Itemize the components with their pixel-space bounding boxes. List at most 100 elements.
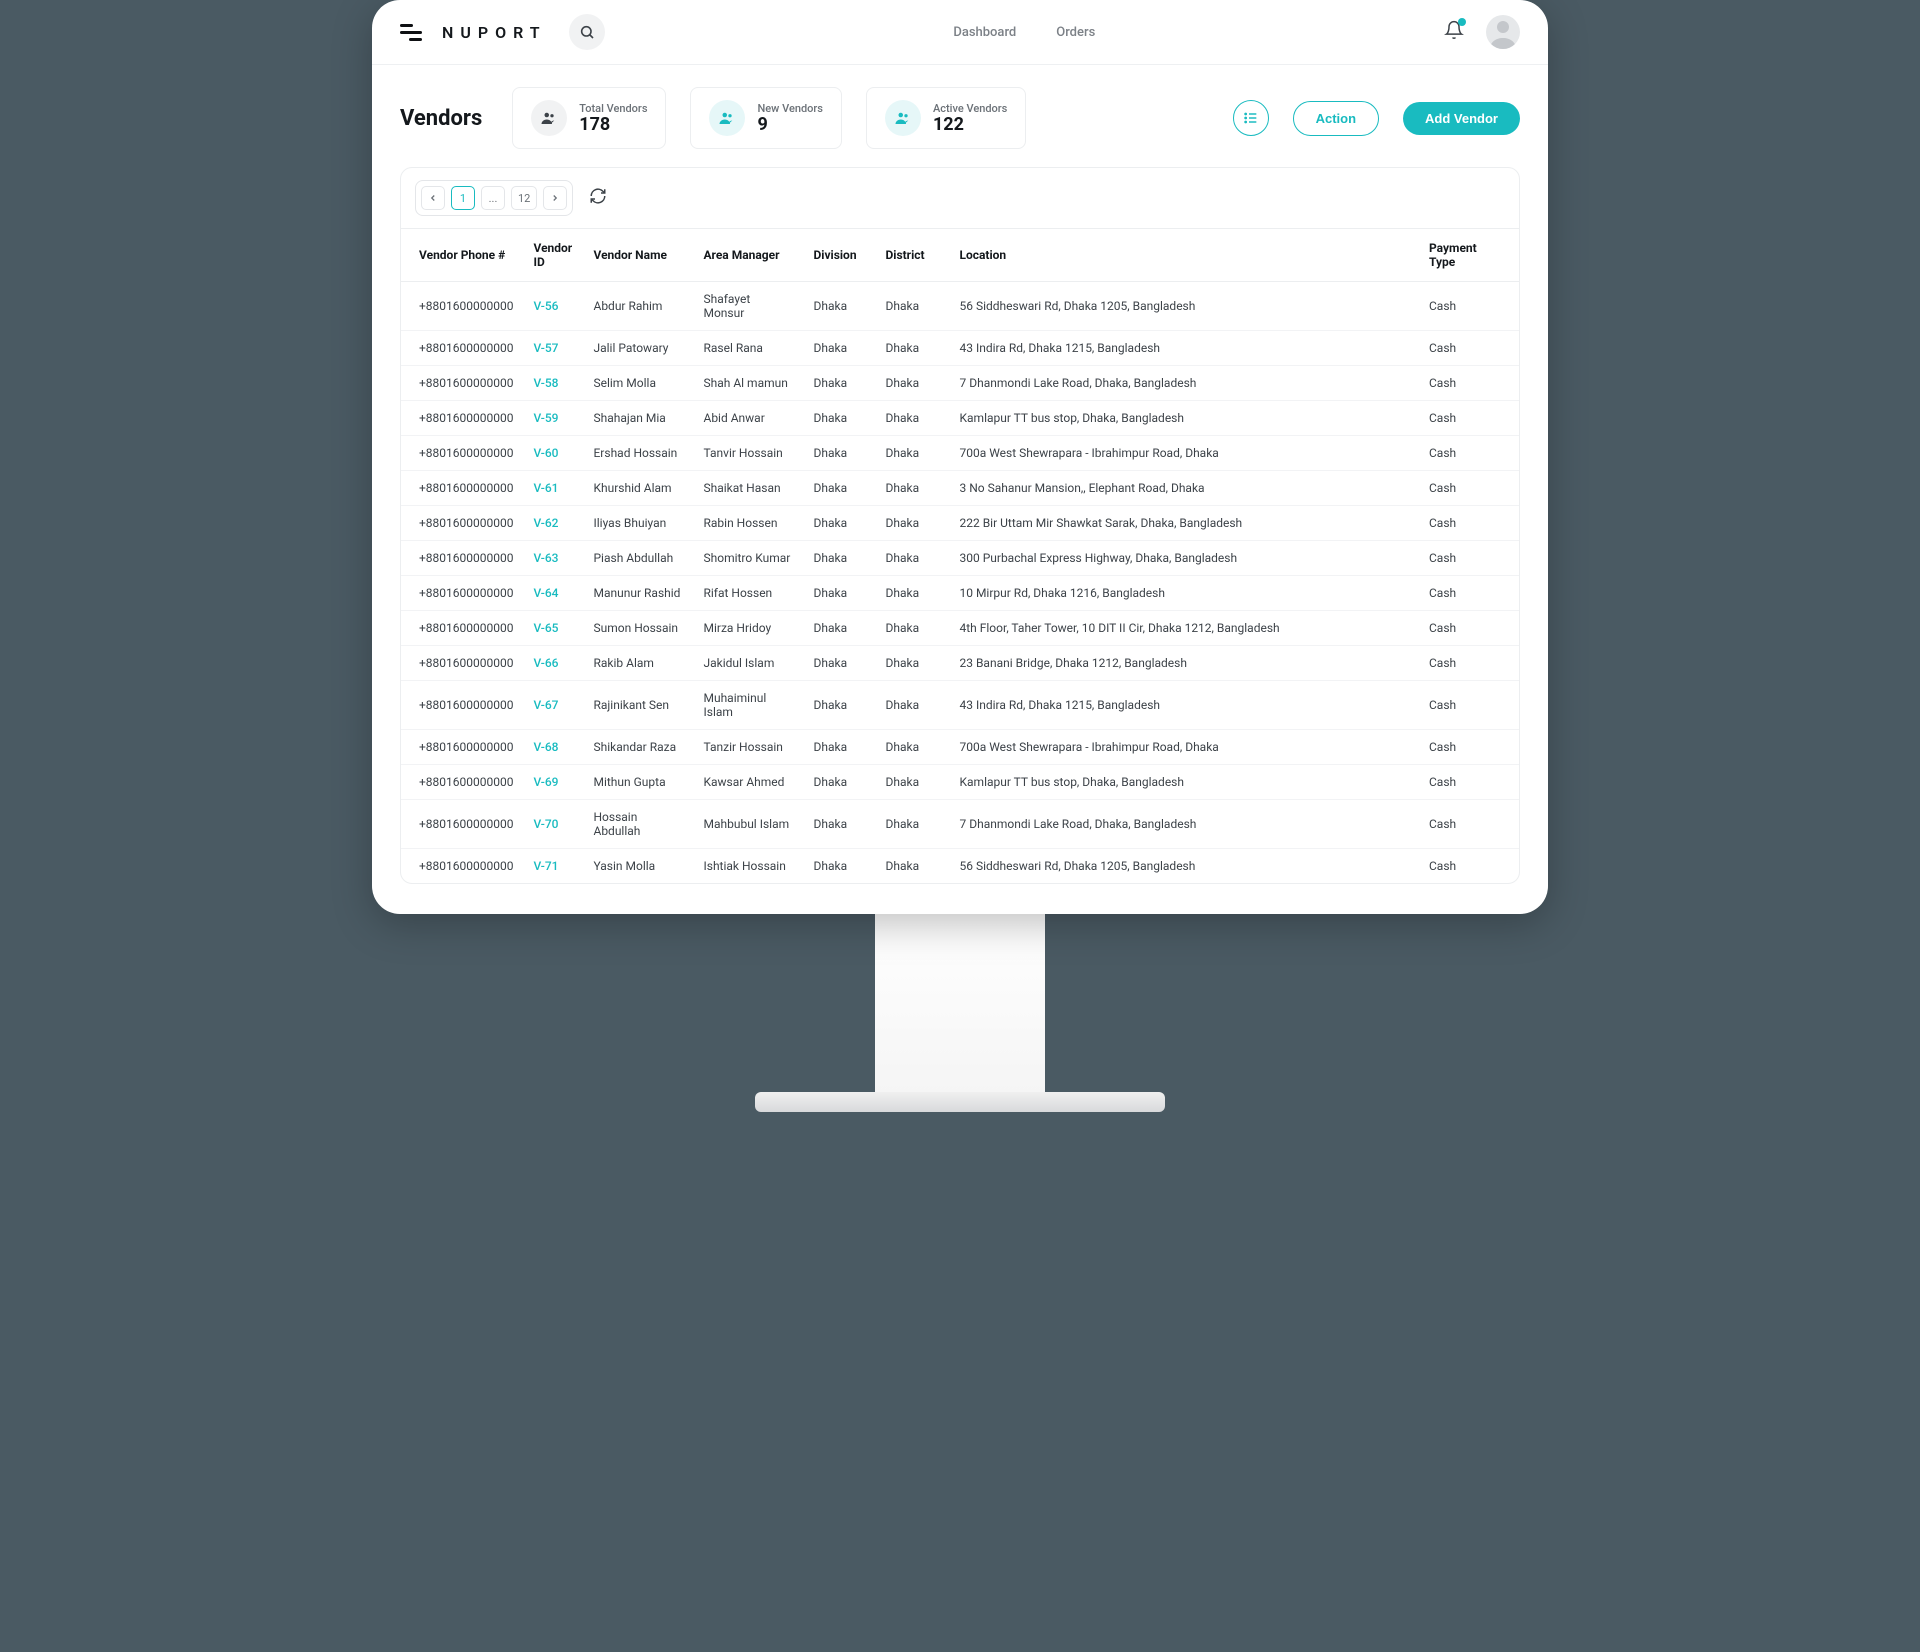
- stat-label: New Vendors: [757, 102, 822, 115]
- table-row[interactable]: +8801600000000V-62Iliyas BhuiyanRabin Ho…: [401, 506, 1519, 541]
- table-row[interactable]: +8801600000000V-64Manunur RashidRifat Ho…: [401, 576, 1519, 611]
- cell-district: Dhaka: [875, 331, 949, 366]
- th-name[interactable]: Vendor Name: [583, 229, 693, 282]
- notifications-button[interactable]: [1444, 20, 1464, 44]
- th-mgr[interactable]: Area Manager: [693, 229, 803, 282]
- cell-district: Dhaka: [875, 576, 949, 611]
- cell-name: Shahajan Mia: [583, 401, 693, 436]
- cell-vendor-id[interactable]: V-65: [523, 611, 583, 646]
- page-last-button[interactable]: 12: [511, 186, 537, 210]
- cell-division: Dhaka: [803, 541, 875, 576]
- cell-vendor-id[interactable]: V-61: [523, 471, 583, 506]
- nav-dashboard[interactable]: Dashboard: [953, 25, 1016, 40]
- stat-value: 178: [579, 115, 647, 135]
- cell-phone: +8801600000000: [401, 765, 523, 800]
- th-loc[interactable]: Location: [949, 229, 1419, 282]
- page-ellipsis: ...: [481, 186, 505, 210]
- cell-phone: +8801600000000: [401, 401, 523, 436]
- cell-name: Abdur Rahim: [583, 282, 693, 331]
- refresh-button[interactable]: [585, 183, 611, 213]
- cell-manager: Tanzir Hossain: [693, 730, 803, 765]
- cell-division: Dhaka: [803, 849, 875, 884]
- cell-location: Kamlapur TT bus stop, Dhaka, Bangladesh: [949, 401, 1419, 436]
- table-row[interactable]: +8801600000000V-66Rakib AlamJakidul Isla…: [401, 646, 1519, 681]
- cell-manager: Shaikat Hasan: [693, 471, 803, 506]
- cell-district: Dhaka: [875, 506, 949, 541]
- table-row[interactable]: +8801600000000V-71Yasin MollaIshtiak Hos…: [401, 849, 1519, 884]
- menu-toggle-icon[interactable]: [400, 20, 422, 45]
- table-row[interactable]: +8801600000000V-63Piash AbdullahShomitro…: [401, 541, 1519, 576]
- table-row[interactable]: +8801600000000V-56Abdur RahimShafayet Mo…: [401, 282, 1519, 331]
- cell-vendor-id[interactable]: V-57: [523, 331, 583, 366]
- cell-location: 222 Bir Uttam Mir Shawkat Sarak, Dhaka, …: [949, 506, 1419, 541]
- cell-phone: +8801600000000: [401, 730, 523, 765]
- cell-division: Dhaka: [803, 471, 875, 506]
- cell-vendor-id[interactable]: V-71: [523, 849, 583, 884]
- cell-vendor-id[interactable]: V-58: [523, 366, 583, 401]
- cell-vendor-id[interactable]: V-56: [523, 282, 583, 331]
- table-row[interactable]: +8801600000000V-58Selim MollaShah Al mam…: [401, 366, 1519, 401]
- page-next-button[interactable]: [543, 186, 567, 210]
- cell-vendor-id[interactable]: V-59: [523, 401, 583, 436]
- user-avatar[interactable]: [1486, 15, 1520, 49]
- table-row[interactable]: +8801600000000V-67Rajinikant SenMuhaimin…: [401, 681, 1519, 730]
- table-row[interactable]: +8801600000000V-69Mithun GuptaKawsar Ahm…: [401, 765, 1519, 800]
- table-row[interactable]: +8801600000000V-65Sumon HossainMirza Hri…: [401, 611, 1519, 646]
- page-1-button[interactable]: 1: [451, 186, 475, 210]
- th-dist[interactable]: District: [875, 229, 949, 282]
- cell-phone: +8801600000000: [401, 576, 523, 611]
- th-id[interactable]: Vendor ID: [523, 229, 583, 282]
- table-row[interactable]: +8801600000000V-70Hossain AbdullahMahbub…: [401, 800, 1519, 849]
- cell-payment: Cash: [1419, 436, 1519, 471]
- cell-vendor-id[interactable]: V-69: [523, 765, 583, 800]
- cell-division: Dhaka: [803, 576, 875, 611]
- users-icon: [718, 109, 736, 127]
- cell-payment: Cash: [1419, 849, 1519, 884]
- cell-vendor-id[interactable]: V-68: [523, 730, 583, 765]
- vendors-table: Vendor Phone # Vendor ID Vendor Name Are…: [401, 229, 1519, 883]
- cell-vendor-id[interactable]: V-70: [523, 800, 583, 849]
- topbar: NUPORT Dashboard Orders: [372, 0, 1548, 65]
- cell-name: Yasin Molla: [583, 849, 693, 884]
- cell-district: Dhaka: [875, 401, 949, 436]
- cell-division: Dhaka: [803, 282, 875, 331]
- nav-orders[interactable]: Orders: [1056, 25, 1095, 40]
- add-vendor-button[interactable]: Add Vendor: [1403, 102, 1520, 135]
- primary-nav: Dashboard Orders: [605, 25, 1444, 40]
- cell-payment: Cash: [1419, 800, 1519, 849]
- cell-vendor-id[interactable]: V-62: [523, 506, 583, 541]
- table-row[interactable]: +8801600000000V-60Ershad HossainTanvir H…: [401, 436, 1519, 471]
- table-row[interactable]: +8801600000000V-59Shahajan MiaAbid Anwar…: [401, 401, 1519, 436]
- cell-vendor-id[interactable]: V-66: [523, 646, 583, 681]
- table-row[interactable]: +8801600000000V-61Khurshid AlamShaikat H…: [401, 471, 1519, 506]
- table-row[interactable]: +8801600000000V-57Jalil PatowaryRasel Ra…: [401, 331, 1519, 366]
- pagination: 1 ... 12: [415, 180, 573, 216]
- cell-division: Dhaka: [803, 730, 875, 765]
- cell-name: Mithun Gupta: [583, 765, 693, 800]
- cell-payment: Cash: [1419, 366, 1519, 401]
- cell-manager: Rasel Rana: [693, 331, 803, 366]
- search-button[interactable]: [569, 14, 605, 50]
- cell-vendor-id[interactable]: V-64: [523, 576, 583, 611]
- cell-phone: +8801600000000: [401, 541, 523, 576]
- cell-district: Dhaka: [875, 366, 949, 401]
- th-div[interactable]: Division: [803, 229, 875, 282]
- cell-vendor-id[interactable]: V-63: [523, 541, 583, 576]
- action-button[interactable]: Action: [1293, 101, 1379, 136]
- chevron-right-icon: [550, 193, 560, 203]
- users-icon: [540, 109, 558, 127]
- page-prev-button[interactable]: [421, 186, 445, 210]
- cell-vendor-id[interactable]: V-67: [523, 681, 583, 730]
- cell-payment: Cash: [1419, 331, 1519, 366]
- cell-name: Rakib Alam: [583, 646, 693, 681]
- cell-district: Dhaka: [875, 436, 949, 471]
- th-phone[interactable]: Vendor Phone #: [401, 229, 523, 282]
- th-pay[interactable]: Payment Type: [1419, 229, 1519, 282]
- list-view-button[interactable]: [1233, 100, 1269, 136]
- cell-payment: Cash: [1419, 401, 1519, 436]
- cell-division: Dhaka: [803, 646, 875, 681]
- table-row[interactable]: +8801600000000V-68Shikandar RazaTanzir H…: [401, 730, 1519, 765]
- cell-name: Iliyas Bhuiyan: [583, 506, 693, 541]
- cell-vendor-id[interactable]: V-60: [523, 436, 583, 471]
- cell-district: Dhaka: [875, 730, 949, 765]
